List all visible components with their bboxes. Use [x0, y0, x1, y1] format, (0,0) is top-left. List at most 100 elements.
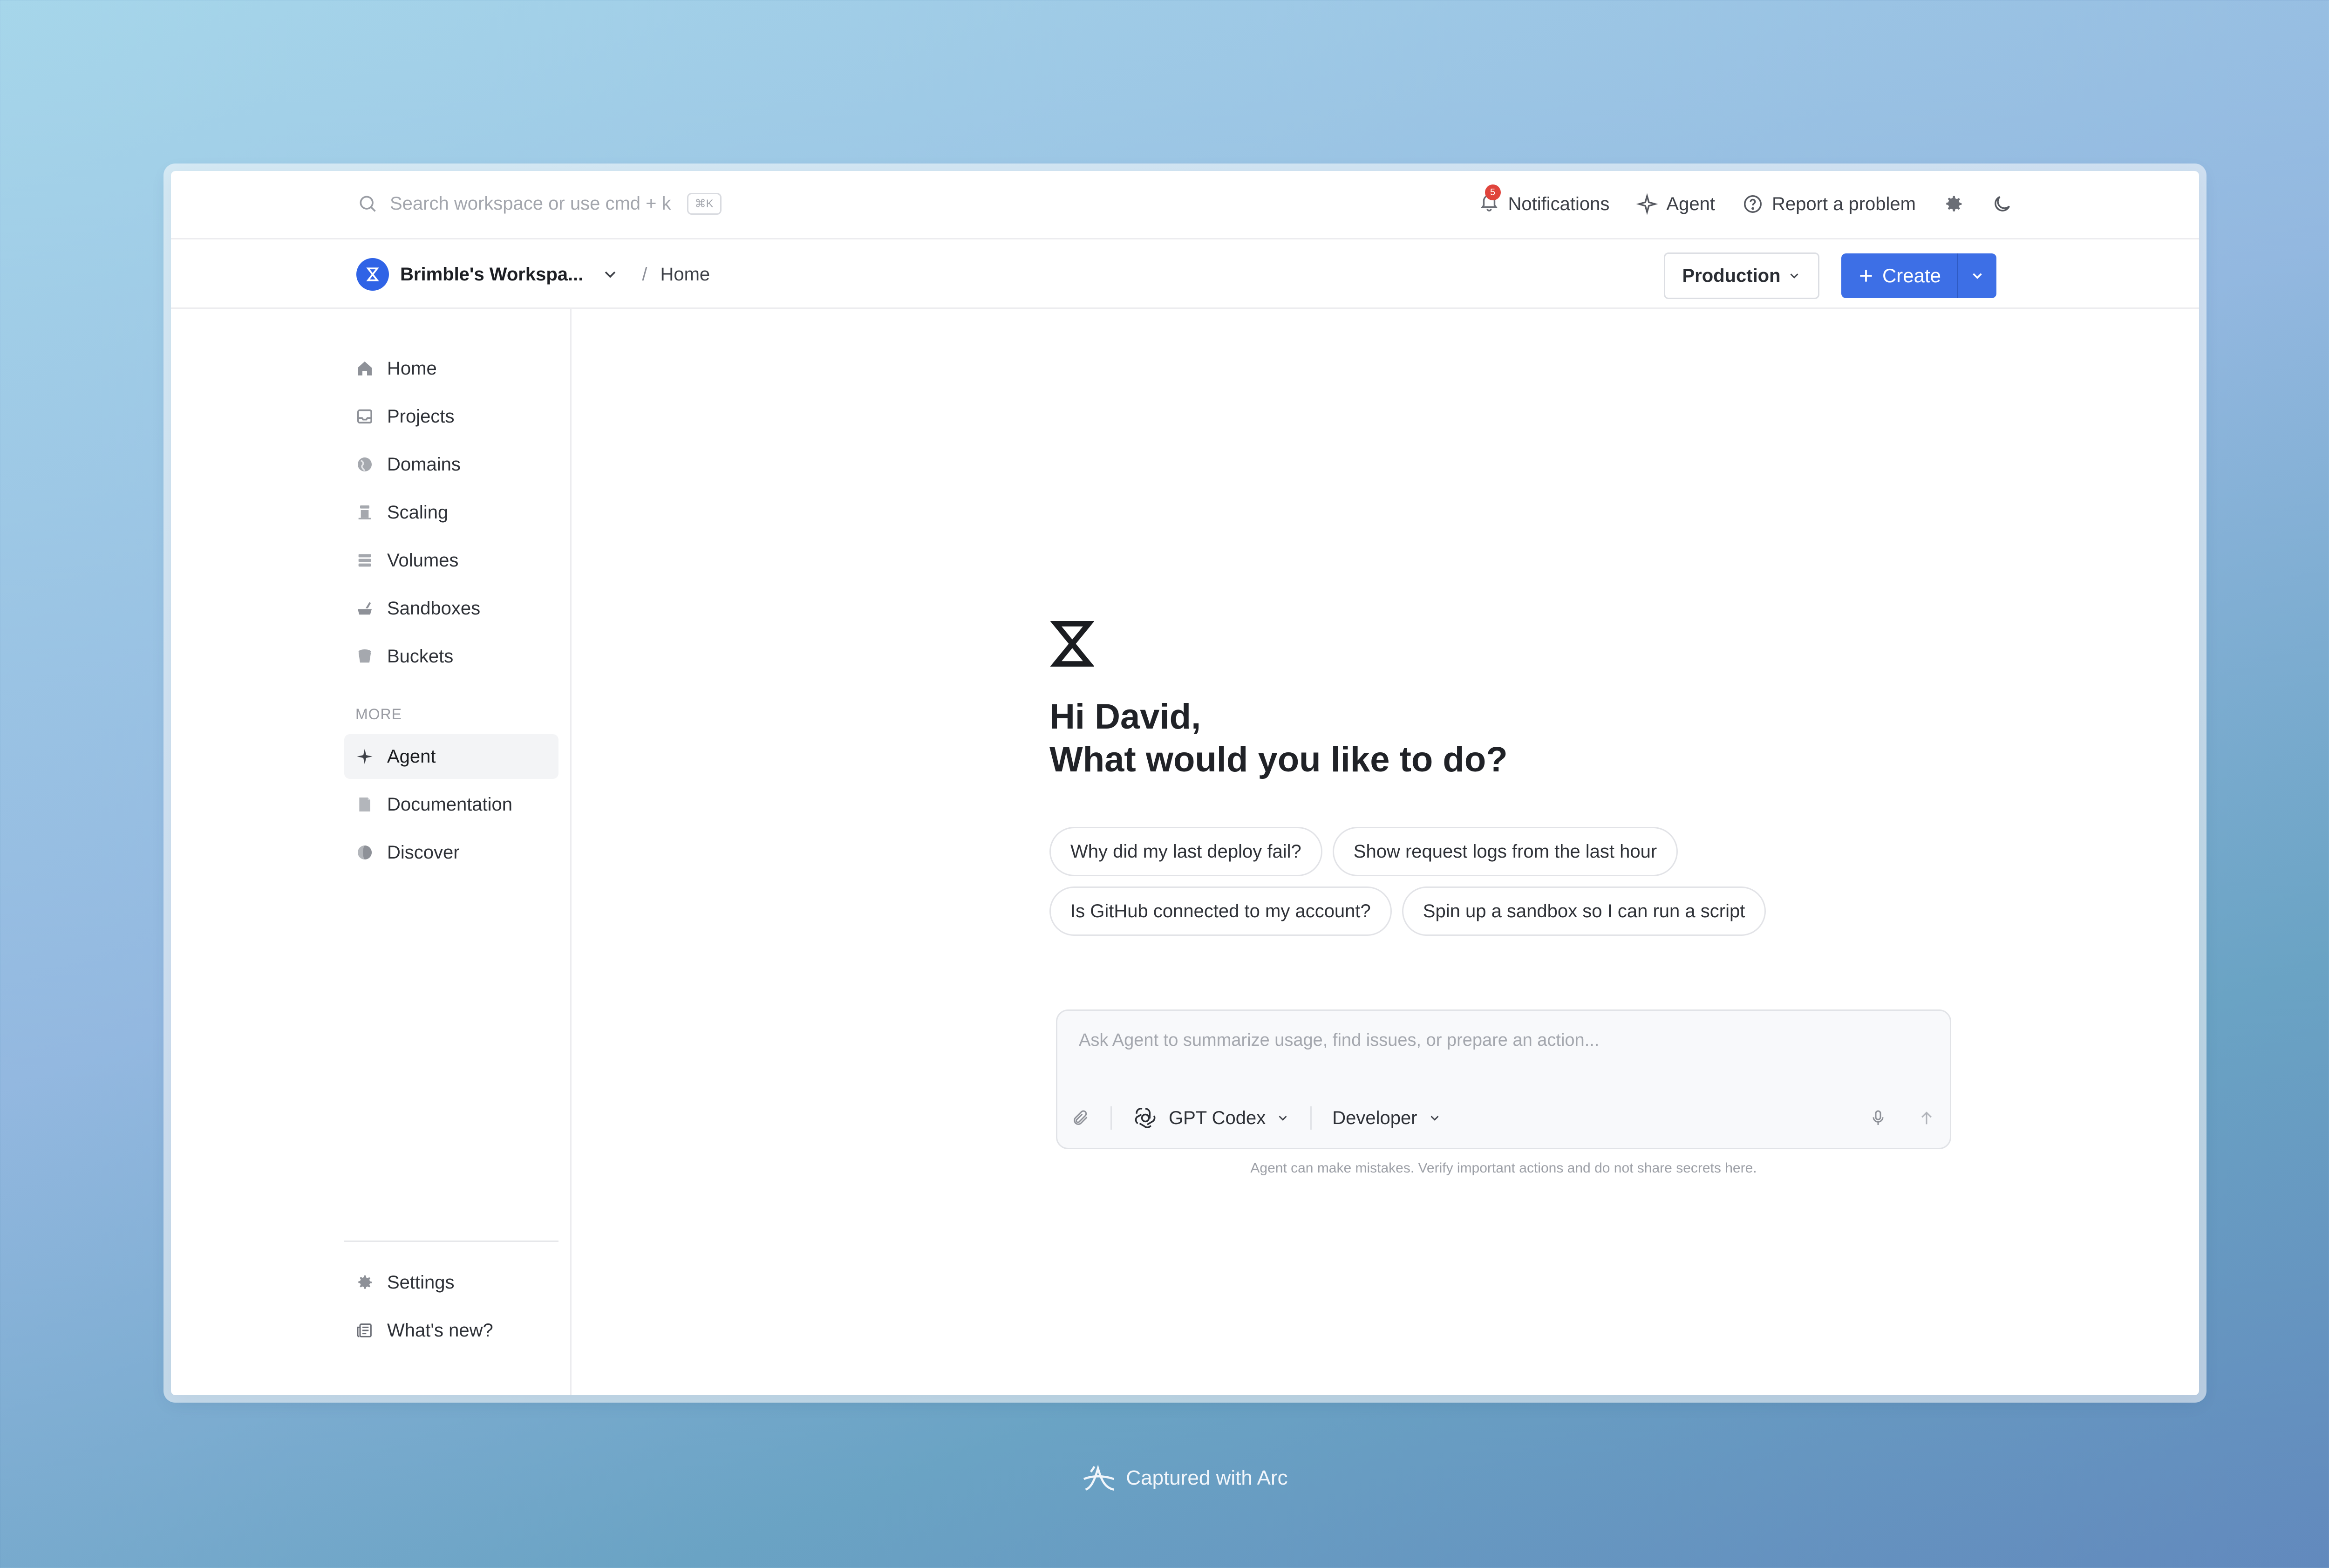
sidebar-item-scaling[interactable]: Scaling — [344, 490, 558, 535]
suggestion-row: Is GitHub connected to my account? Spin … — [1049, 886, 1841, 936]
sidebar-item-label: Domains — [387, 454, 461, 475]
agent-button[interactable]: Agent — [1636, 193, 1715, 215]
sidebar: Home Projects Domains Scaling Volumes Sa… — [171, 309, 572, 1395]
greeting: Hi David, What would you like to do? — [1049, 695, 1508, 781]
create-button[interactable]: Create — [1841, 253, 1957, 298]
plus-icon — [1860, 270, 1872, 282]
sidebar-item-label: What's new? — [387, 1320, 493, 1341]
sidebar-item-label: Volumes — [387, 550, 459, 571]
suggestion-chip[interactable]: Is GitHub connected to my account? — [1049, 886, 1392, 936]
search-icon — [360, 196, 376, 212]
sidebar-item-discover[interactable]: Discover — [344, 830, 558, 875]
breadcrumb-bar: Brimble's Workspa... / Home Production C… — [171, 239, 2199, 309]
send-arrow-up-icon[interactable] — [1917, 1109, 1936, 1127]
settings-button[interactable] — [1943, 193, 1964, 215]
sidebar-item-agent[interactable]: Agent — [344, 734, 558, 779]
sparkle-icon — [357, 749, 373, 764]
sidebar-item-whats-new[interactable]: What's new? — [344, 1308, 558, 1353]
workspace-avatar[interactable] — [356, 258, 389, 291]
sidebar-item-label: Sandboxes — [387, 598, 481, 619]
chevron-down-icon — [1790, 273, 1798, 279]
prompt-toolbar: GPT Codex Developer — [1071, 1099, 1936, 1137]
theme-toggle-button[interactable] — [1991, 193, 2013, 215]
agent-prompt-box: Ask Agent to summarize usage, find issue… — [1056, 1009, 1951, 1149]
sidebar-item-volumes[interactable]: Volumes — [344, 538, 558, 583]
sidebar-item-label: Settings — [387, 1272, 455, 1293]
notifications-button[interactable]: 5 Notifications — [1478, 184, 1610, 217]
suggestion-chip[interactable]: Show request logs from the last hour — [1332, 827, 1678, 876]
home-icon — [358, 361, 372, 375]
create-dropdown-button[interactable] — [1957, 253, 1996, 298]
sidebar-item-label: Discover — [387, 842, 460, 863]
moon-icon — [1995, 196, 2010, 211]
model-select[interactable]: GPT Codex — [1132, 1105, 1290, 1131]
bell-icon: 5 — [1478, 184, 1508, 217]
suggestion-row: Why did my last deploy fail? Show reques… — [1049, 827, 1841, 876]
report-label: Report a problem — [1771, 193, 1916, 214]
sidebar-item-documentation[interactable]: Documentation — [344, 782, 558, 827]
toolbar-divider — [1110, 1106, 1112, 1130]
sidebar-nav: Home Projects Domains Scaling Volumes Sa… — [344, 346, 558, 878]
main-content: Hi David, What would you like to do? Why… — [572, 309, 2199, 1395]
sidebar-item-buckets[interactable]: Buckets — [344, 634, 558, 679]
suggestion-chip[interactable]: Why did my last deploy fail? — [1049, 827, 1322, 876]
help-icon — [1743, 195, 1762, 213]
prompt-input[interactable]: Ask Agent to summarize usage, find issue… — [1079, 1030, 1599, 1050]
attach-button[interactable] — [1071, 1109, 1090, 1127]
document-icon — [359, 798, 370, 811]
brimble-logo-icon — [1050, 621, 1094, 667]
capture-label: Captured with Arc — [1126, 1466, 1288, 1489]
breadcrumb-current[interactable]: Home — [660, 264, 710, 285]
search-bar[interactable]: Search workspace or use cmd + k ⌘K — [357, 190, 722, 218]
sidebar-section-more: MORE — [355, 706, 402, 723]
notifications-label: Notifications — [1508, 193, 1610, 214]
hourglass-icon — [366, 267, 379, 281]
domains-icon — [358, 457, 372, 471]
sidebar-item-domains[interactable]: Domains — [344, 442, 558, 487]
sidebar-item-label: Home — [387, 358, 437, 379]
shortcut-hint: ⌘K — [687, 192, 722, 215]
environment-select[interactable]: Production — [1664, 252, 1819, 299]
model-label: GPT Codex — [1169, 1107, 1266, 1128]
paperclip-icon — [1074, 1110, 1088, 1125]
discover-icon — [358, 845, 372, 859]
openai-icon — [1135, 1108, 1156, 1128]
app-window: Search workspace or use cmd + k ⌘K 5 Not… — [171, 171, 2199, 1395]
create-button-group: Create — [1841, 253, 1996, 298]
sidebar-item-projects[interactable]: Projects — [344, 394, 558, 439]
sidebar-item-label: Buckets — [387, 646, 454, 667]
environment-label: Production — [1682, 265, 1781, 286]
prompt-actions — [1839, 1109, 1936, 1127]
scaling-icon — [358, 505, 371, 519]
sidebar-item-settings[interactable]: Settings — [344, 1260, 558, 1305]
arc-logo-icon — [1083, 1464, 1115, 1491]
agent-disclaimer: Agent can make mistakes. Verify importan… — [1250, 1160, 1757, 1176]
suggestion-chip[interactable]: Spin up a sandbox so I can run a script — [1402, 886, 1766, 936]
newspaper-icon — [357, 1323, 372, 1337]
capture-watermark: Captured with Arc — [0, 1463, 2329, 1493]
sidebar-item-label: Documentation — [387, 794, 513, 815]
microphone-icon[interactable] — [1869, 1109, 1887, 1127]
notification-count-badge: 5 — [1485, 184, 1501, 200]
toolbar-divider — [1310, 1106, 1312, 1130]
mode-label: Developer — [1332, 1107, 1417, 1128]
sidebar-item-home[interactable]: Home — [344, 346, 558, 391]
search-input[interactable]: Search workspace or use cmd + k — [390, 193, 671, 214]
gear-icon — [1946, 196, 1962, 211]
sidebar-divider — [344, 1241, 558, 1242]
create-label: Create — [1882, 265, 1941, 286]
mode-select[interactable]: Developer — [1332, 1108, 1441, 1129]
report-problem-button[interactable]: Report a problem — [1742, 193, 1916, 215]
sandboxes-icon — [358, 602, 372, 615]
chevron-down-icon[interactable] — [601, 265, 620, 284]
sidebar-item-label: Scaling — [387, 502, 449, 523]
volumes-icon — [358, 554, 371, 567]
top-actions: 5 Notifications Agent Report a problem — [1451, 184, 2013, 220]
sidebar-item-sandboxes[interactable]: Sandboxes — [344, 586, 558, 631]
top-bar: Search workspace or use cmd + k ⌘K 5 Not… — [171, 171, 2199, 239]
workspace-switcher[interactable]: Brimble's Workspa... — [400, 264, 583, 285]
sparkle-icon — [1636, 193, 1658, 215]
projects-icon — [357, 409, 372, 424]
buckets-icon — [358, 649, 371, 663]
greeting-line-1: Hi David, — [1049, 697, 1201, 736]
